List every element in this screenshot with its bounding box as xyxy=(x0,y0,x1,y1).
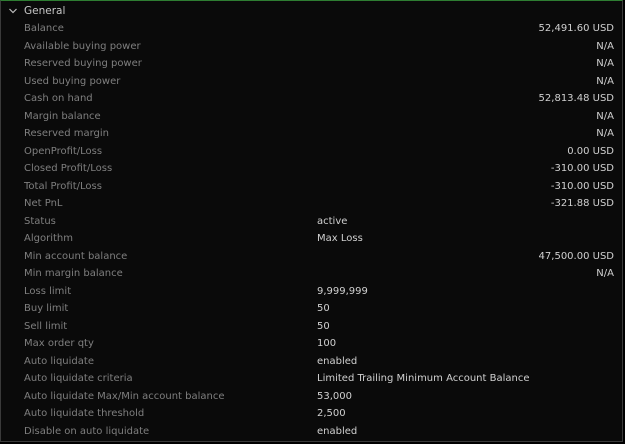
property-value: 9,999,999 xyxy=(317,285,368,297)
property-row: Reserved buying power N/A xyxy=(1,55,624,73)
property-value: 53,000 xyxy=(317,390,352,402)
property-row: Reserved margin N/A xyxy=(1,125,624,143)
property-label: Available buying power xyxy=(24,40,141,52)
property-label: Closed Profit/Loss xyxy=(24,163,113,174)
property-row: Buy limit 50 xyxy=(1,300,624,318)
property-label: Cash on hand xyxy=(24,93,93,104)
property-label: Net PnL xyxy=(24,198,63,209)
chevron-down-icon[interactable] xyxy=(5,3,21,19)
property-list: Balance 52,491.60 USD Available buying pow… xyxy=(1,20,624,440)
property-row: Net PnL -321.88 USD xyxy=(1,195,624,213)
property-row: Max order qty 100 xyxy=(1,335,624,353)
property-row: Auto liquidate criteria Limited Trailing … xyxy=(1,370,624,388)
section-title: General xyxy=(24,5,66,17)
property-value: 0.00 USD xyxy=(567,145,614,157)
property-label: Auto liquidate threshold xyxy=(24,408,145,419)
property-value: Max Loss xyxy=(317,233,363,244)
property-row: Min margin balance N/A xyxy=(1,265,624,283)
property-value: 52,491.60 USD xyxy=(538,23,614,34)
property-value: -310.00 USD xyxy=(550,180,614,192)
property-label: Buy limit xyxy=(24,303,69,314)
property-row: Disable on auto liquidate enabled xyxy=(1,423,624,441)
property-value: 47,500.00 USD xyxy=(538,250,614,262)
property-label: Max order qty xyxy=(24,338,94,349)
property-row: Auto liquidate Max/Min account balance 53… xyxy=(1,388,624,406)
property-row: Balance 52,491.60 USD xyxy=(1,20,624,38)
property-value: N/A xyxy=(596,58,614,69)
property-value: -321.88 USD xyxy=(550,198,614,209)
property-row: Margin balance N/A xyxy=(1,108,624,126)
property-label: Algorithm xyxy=(24,233,73,244)
property-row: Available buying power N/A xyxy=(1,38,624,56)
property-value: enabled xyxy=(317,355,358,367)
property-row: Closed Profit/Loss -310.00 USD xyxy=(1,160,624,178)
property-value: Limited Trailing Minimum Account Balance xyxy=(317,373,530,384)
property-value: N/A xyxy=(596,110,614,122)
property-label: Min account balance xyxy=(24,250,128,262)
property-label: Reserved buying power xyxy=(24,58,142,69)
property-row: Sell limit 50 xyxy=(1,318,624,336)
property-value: -310.00 USD xyxy=(550,163,614,174)
property-row: Cash on hand 52,813.48 USD xyxy=(1,90,624,108)
property-label: Disable on auto liquidate xyxy=(24,425,150,437)
property-value: 50 xyxy=(317,320,330,332)
property-label: Total Profit/Loss xyxy=(24,180,102,192)
property-value: N/A xyxy=(596,75,614,87)
property-value: enabled xyxy=(317,425,358,437)
property-row: Status active xyxy=(1,213,624,231)
property-row: Auto liquidate threshold 2,500 xyxy=(1,405,624,423)
property-label: Reserved margin xyxy=(24,128,109,139)
property-value: N/A xyxy=(596,268,614,279)
property-value: active xyxy=(317,215,348,227)
property-label: OpenProfit/Loss xyxy=(24,145,103,157)
property-row: Used buying power N/A xyxy=(1,73,624,91)
property-row: Auto liquidate enabled xyxy=(1,353,624,371)
section-header-general[interactable]: General xyxy=(1,3,65,19)
property-row: Total Profit/Loss -310.00 USD xyxy=(1,178,624,196)
property-row: OpenProfit/Loss 0.00 USD xyxy=(1,143,624,161)
property-value: 2,500 xyxy=(317,408,346,419)
property-row: Algorithm Max Loss xyxy=(1,230,624,248)
property-label: Margin balance xyxy=(24,110,101,122)
account-info-panel: General Balance 52,491.60 USD Available bu… xyxy=(0,0,623,442)
property-label: Min margin balance xyxy=(24,268,123,279)
property-row: Min account balance 47,500.00 USD xyxy=(1,248,624,266)
property-label: Auto liquidate xyxy=(24,355,94,367)
property-value: N/A xyxy=(596,128,614,139)
property-row: Loss limit 9,999,999 xyxy=(1,283,624,301)
property-label: Used buying power xyxy=(24,75,121,87)
property-label: Loss limit xyxy=(24,285,72,297)
property-label: Balance xyxy=(24,23,64,34)
property-value: N/A xyxy=(596,40,614,52)
property-value: 100 xyxy=(317,338,337,349)
property-value: 50 xyxy=(317,303,330,314)
property-label: Auto liquidate Max/Min account balance xyxy=(24,390,225,402)
property-label: Status xyxy=(24,215,56,227)
property-label: Auto liquidate criteria xyxy=(24,373,133,384)
property-label: Sell limit xyxy=(24,320,68,332)
property-value: 52,813.48 USD xyxy=(538,93,614,104)
